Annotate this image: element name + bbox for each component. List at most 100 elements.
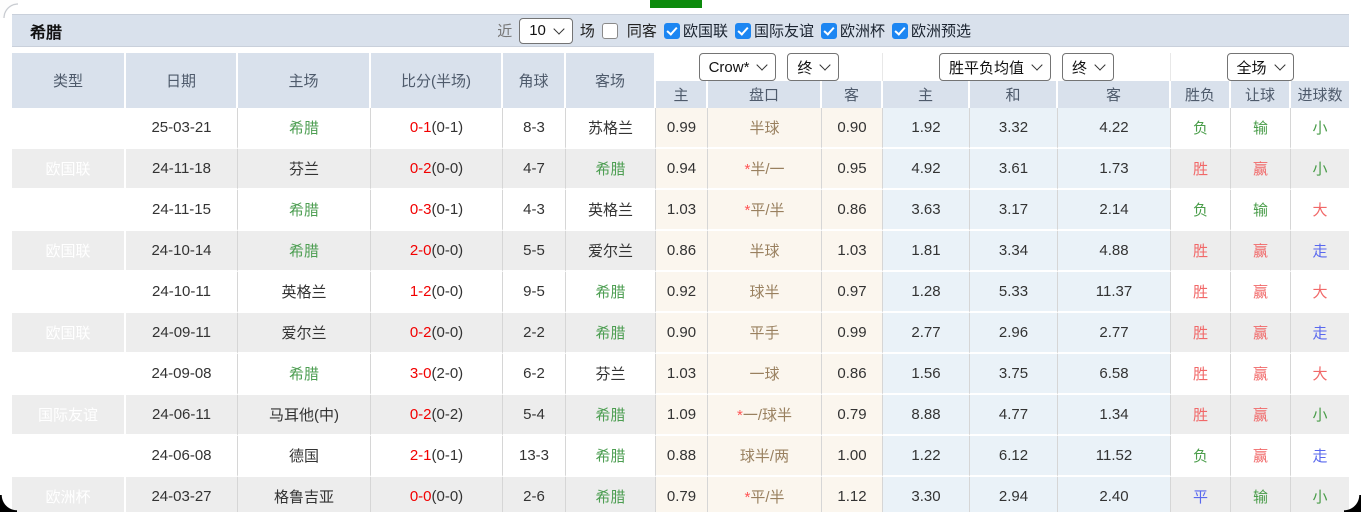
- handicap-line: *平/半: [708, 477, 822, 512]
- table-row: 欧国联 24-11-18 芬兰 0-2(0-0) 4-7 希腊 0.94 *半/…: [12, 149, 1349, 190]
- fulltime-score: 0-2: [410, 160, 432, 177]
- handicap-odds-away: 0.86: [822, 354, 883, 395]
- handicap-odds-away: 0.95: [822, 149, 883, 190]
- scope-select[interactable]: 全场: [1227, 53, 1294, 81]
- col-header-type: 类型: [12, 53, 126, 108]
- bookmaker-select[interactable]: Crow*: [699, 53, 777, 81]
- handicap-odds-home: 0.88: [656, 436, 708, 477]
- type-badge: 欧国联: [12, 313, 126, 354]
- same-away-checkbox[interactable]: [602, 23, 618, 39]
- home-team: 希腊: [238, 231, 371, 272]
- halftime-score: (0-2): [432, 406, 464, 423]
- handicap-odds-away: 0.97: [822, 272, 883, 313]
- table-row: 欧国联 25-03-21 希腊 0-1(0-1) 8-3 苏格兰 0.99 半球…: [12, 108, 1349, 149]
- fulltime-score: 3-0: [410, 365, 432, 382]
- avg-odds-draw: 6.12: [970, 436, 1058, 477]
- avg-odds-away: 2.77: [1058, 313, 1171, 354]
- avg-odds-draw: 3.34: [970, 231, 1058, 272]
- handicap-odds-home: 0.79: [656, 477, 708, 512]
- handicap-line: 球半: [708, 272, 822, 313]
- away-team: 希腊: [566, 395, 656, 436]
- avg-odds-home: 1.22: [883, 436, 970, 477]
- filter-bar: 希腊 近 10 场 同客 欧国联 国际友谊 欧洲杯 欧洲预选: [12, 14, 1349, 47]
- home-team: 芬兰: [238, 149, 371, 190]
- corner-score: 2-2: [503, 313, 566, 354]
- subcol-result-goals: 进球数: [1291, 81, 1349, 108]
- result-handicap: 输: [1231, 190, 1291, 231]
- fulltime-score: 2-1: [410, 447, 432, 464]
- match-history-page: 希腊 近 10 场 同客 欧国联 国际友谊 欧洲杯 欧洲预选: [0, 0, 1361, 512]
- chevron-down-icon: [820, 59, 831, 70]
- euro-checkbox[interactable]: [821, 23, 837, 39]
- fulltime-score: 1-2: [410, 283, 432, 300]
- recent-label: 近: [497, 20, 512, 41]
- handicap-odds-away: 0.90: [822, 108, 883, 149]
- avg-odds-draw: 3.61: [970, 149, 1058, 190]
- avg-group-header: 胜平负均值 终: [883, 53, 1171, 81]
- avg-odds-away: 11.52: [1058, 436, 1171, 477]
- col-header-score: 比分(半场): [371, 53, 503, 108]
- table-row: 国际友谊 24-06-11 马耳他(中) 0-2(0-2) 5-4 希腊 1.0…: [12, 395, 1349, 436]
- type-badge: 欧国联: [12, 190, 126, 231]
- handicap-line: 半球: [708, 108, 822, 149]
- score: 0-0(0-0): [371, 477, 503, 512]
- result-wdl: 胜: [1171, 395, 1231, 436]
- filter-label: 欧洲杯: [840, 20, 885, 41]
- corner-score: 13-3: [503, 436, 566, 477]
- handicap-line: 一球: [708, 354, 822, 395]
- avg-odds-home: 4.92: [883, 149, 970, 190]
- home-team: 马耳他(中): [238, 395, 371, 436]
- filter-euro: 欧洲杯: [821, 20, 885, 41]
- halftime-score: (0-1): [432, 119, 464, 136]
- chevron-down-icon: [553, 23, 564, 34]
- handicap-odds-away: 1.00: [822, 436, 883, 477]
- subcol-avg-draw: 和: [970, 81, 1058, 108]
- avg-final-select[interactable]: 终: [1062, 53, 1114, 81]
- nations-league-checkbox[interactable]: [664, 23, 680, 39]
- away-team: 苏格兰: [566, 108, 656, 149]
- type-badge: 欧国联: [12, 149, 126, 190]
- avg-odds-home: 1.92: [883, 108, 970, 149]
- col-header-home: 主场: [238, 53, 371, 108]
- away-team: 英格兰: [566, 190, 656, 231]
- result-goals: 走: [1291, 436, 1349, 477]
- table-row: 欧国联 24-11-15 希腊 0-3(0-1) 4-3 英格兰 1.03 *平…: [12, 190, 1349, 231]
- result-handicap: 输: [1231, 108, 1291, 149]
- result-wdl: 胜: [1171, 272, 1231, 313]
- same-away-label: 同客: [627, 20, 657, 41]
- corner-score: 5-5: [503, 231, 566, 272]
- team-title: 希腊: [30, 19, 62, 43]
- away-team: 芬兰: [566, 354, 656, 395]
- col-header-corners: 角球: [503, 53, 566, 108]
- result-wdl: 负: [1171, 436, 1231, 477]
- type-badge: 欧国联: [12, 231, 126, 272]
- home-team: 希腊: [238, 108, 371, 149]
- table-row: 国际友谊 24-06-08 德国 2-1(0-1) 13-3 希腊 0.88 球…: [12, 436, 1349, 477]
- euro-qualifiers-checkbox[interactable]: [892, 23, 908, 39]
- handicap-text: 半球: [749, 243, 779, 260]
- result-wdl: 胜: [1171, 354, 1231, 395]
- halftime-score: (0-0): [432, 488, 464, 505]
- friendly-checkbox[interactable]: [735, 23, 751, 39]
- handicap-odds-away: 0.86: [822, 190, 883, 231]
- bookmaker-final-select[interactable]: 终: [787, 53, 839, 81]
- recent-count-select[interactable]: 10: [519, 18, 573, 44]
- match-date: 24-06-08: [126, 436, 238, 477]
- result-handicap: 赢: [1231, 149, 1291, 190]
- filter-label: 欧国联: [683, 20, 728, 41]
- table-row: 欧洲杯 24-03-27 格鲁吉亚 0-0(0-0) 2-6 希腊 0.79 *…: [12, 477, 1349, 512]
- avg-odds-draw: 3.32: [970, 108, 1058, 149]
- handicap-odds-home: 0.86: [656, 231, 708, 272]
- handicap-odds-away: 1.03: [822, 231, 883, 272]
- result-goals: 小: [1291, 477, 1349, 512]
- handicap-text: 平手: [749, 325, 779, 342]
- matches-table: 类型 日期 主场 比分(半场) 角球 客场 Crow* 终 胜平负均值: [12, 53, 1349, 512]
- handicap-text: 一球: [749, 366, 779, 383]
- avg-select[interactable]: 胜平负均值: [939, 53, 1051, 81]
- result-goals: 小: [1291, 149, 1349, 190]
- score: 0-2(0-2): [371, 395, 503, 436]
- matches-table-wrap: 类型 日期 主场 比分(半场) 角球 客场 Crow* 终 胜平负均值: [12, 53, 1349, 512]
- away-team: 希腊: [566, 313, 656, 354]
- result-goals: 大: [1291, 190, 1349, 231]
- match-date: 24-10-14: [126, 231, 238, 272]
